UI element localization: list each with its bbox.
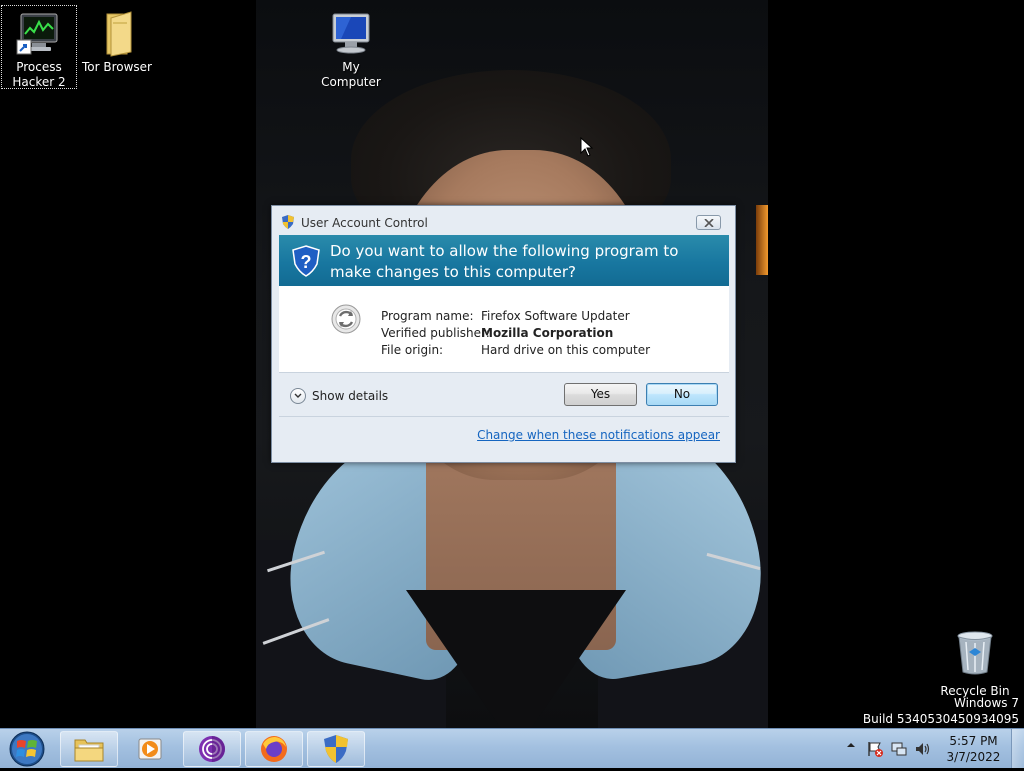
- recycle-bin-icon: [955, 630, 995, 676]
- uac-shield-icon: [324, 735, 348, 763]
- taskbar-firefox-button[interactable]: [245, 731, 303, 767]
- taskbar-explorer-button[interactable]: [60, 731, 118, 767]
- desktop-icon-my-computer[interactable]: My Computer: [314, 6, 388, 90]
- desktop-icon-label: Tor Browser: [81, 60, 152, 74]
- uac-question: Do you want to allow the following progr…: [330, 242, 679, 281]
- taskbar-media-player-button[interactable]: [121, 731, 179, 767]
- file-origin-value: Hard drive on this computer: [481, 343, 651, 357]
- watermark-os: Windows 7: [953, 696, 1019, 710]
- clock-date: 3/7/2022: [946, 750, 1001, 764]
- program-name-label: Program name:: [381, 309, 474, 323]
- close-icon: [704, 219, 714, 227]
- taskbar-clock[interactable]: 5:57 PM 3/7/2022: [936, 733, 1011, 765]
- desktop-icon-tor-browser[interactable]: Tor Browser: [80, 6, 154, 75]
- uac-shield-icon: [282, 215, 294, 229]
- action-center-flag-icon[interactable]: [866, 740, 884, 758]
- uac-program-info: Program name: Firefox Software Updater Ve…: [381, 308, 650, 359]
- svg-text:?: ?: [301, 252, 312, 272]
- taskbar: 5:57 PM 3/7/2022: [0, 728, 1024, 768]
- show-details-toggle[interactable]: Show details: [290, 386, 388, 406]
- file-origin-row: File origin: Hard drive on this computer: [381, 342, 650, 359]
- desktop-icon-label: Process Hacker 2: [12, 60, 66, 89]
- no-button[interactable]: No: [646, 383, 718, 406]
- taskbar-tor-button[interactable]: [183, 731, 241, 767]
- show-hidden-icons-arrow-icon[interactable]: [846, 740, 856, 750]
- uac-dialog: User Account Control ? Do you want to al…: [271, 205, 736, 463]
- program-name-value: Firefox Software Updater: [481, 309, 630, 323]
- watermark-build: Build 5340530450934095: [862, 712, 1019, 726]
- process-hacker-icon: [15, 10, 63, 58]
- folder-icon: [93, 10, 141, 58]
- desktop-icon-process-hacker[interactable]: Process Hacker 2: [1, 5, 77, 89]
- divider: [279, 372, 729, 373]
- uac-titlebar[interactable]: User Account Control: [272, 206, 735, 234]
- publisher-row: Verified publisher:Mozilla Corporation: [381, 325, 650, 342]
- yes-button[interactable]: Yes: [564, 383, 637, 406]
- divider: [279, 416, 729, 417]
- firefox-icon: [261, 736, 287, 762]
- file-origin-label: File origin:: [381, 343, 444, 357]
- uac-details-panel: Program name: Firefox Software Updater Ve…: [279, 286, 729, 372]
- change-notifications-link[interactable]: Change when these notifications appear: [477, 428, 720, 442]
- media-player-icon: [138, 738, 162, 760]
- show-desktop-button[interactable]: [1011, 729, 1024, 768]
- folder-icon: [74, 739, 104, 762]
- chevron-down-icon: [290, 388, 306, 404]
- publisher-value: Mozilla Corporation: [481, 326, 614, 340]
- uac-title: User Account Control: [301, 216, 428, 230]
- updater-icon: [331, 304, 361, 334]
- clock-time: 5:57 PM: [949, 734, 998, 748]
- taskbar-uac-button[interactable]: [307, 731, 365, 767]
- volume-icon[interactable]: [914, 740, 932, 758]
- mouse-cursor-icon: [580, 137, 594, 157]
- windows-build-watermark: Windows 7 Build 5340530450934095: [863, 695, 1019, 727]
- tor-icon: [199, 736, 225, 762]
- program-name-row: Program name: Firefox Software Updater: [381, 308, 650, 325]
- desktop-icon-label: My Computer: [321, 60, 381, 89]
- show-details-label: Show details: [312, 389, 389, 403]
- desktop-icon-recycle-bin[interactable]: Recycle Bin: [940, 630, 1010, 698]
- start-button[interactable]: [5, 730, 49, 768]
- network-icon[interactable]: [890, 740, 908, 758]
- close-button[interactable]: [696, 215, 721, 230]
- publisher-label: Verified publisher:: [381, 326, 490, 340]
- computer-icon: [327, 10, 375, 58]
- uac-banner: ? Do you want to allow the following pro…: [279, 235, 729, 286]
- question-shield-icon: ?: [292, 245, 320, 277]
- windows-orb-icon: [9, 731, 45, 767]
